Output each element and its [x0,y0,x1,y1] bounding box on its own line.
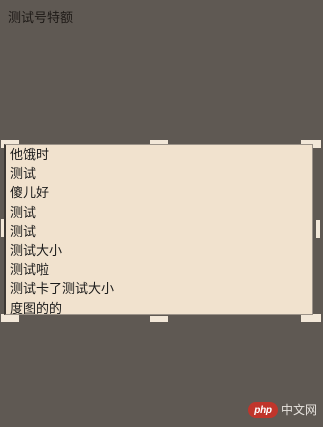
resize-handle-right[interactable] [316,220,320,238]
resize-handle-bottom-right[interactable] [301,314,321,322]
list-item[interactable]: 测试 [6,223,312,242]
list-item[interactable]: 测试卡了测试大小 [6,280,312,299]
list-item[interactable]: 测试啦 [6,261,312,280]
list-item[interactable]: 测试 [6,204,312,223]
php-logo-icon: php [247,402,278,418]
watermark-text: 中文网 [280,403,317,417]
list-item[interactable]: 他饿时 [6,146,312,165]
resize-handle-bottom[interactable] [150,316,168,322]
watermark-logo: php 中文网 [247,401,317,419]
list-item[interactable]: 测试大小 [6,242,312,261]
listbox[interactable]: 他饿时 测试 傻儿好 测试 测试 测试大小 测试啦 测试卡了测试大小 度图的的 [4,144,313,315]
list-item[interactable]: 傻儿好 [6,184,312,203]
resize-handle-bottom-left[interactable] [1,314,19,322]
page-title: 测试号特额 [8,11,74,26]
list-item[interactable]: 测试 [6,165,312,184]
list-item[interactable]: 度图的的 [6,300,312,315]
